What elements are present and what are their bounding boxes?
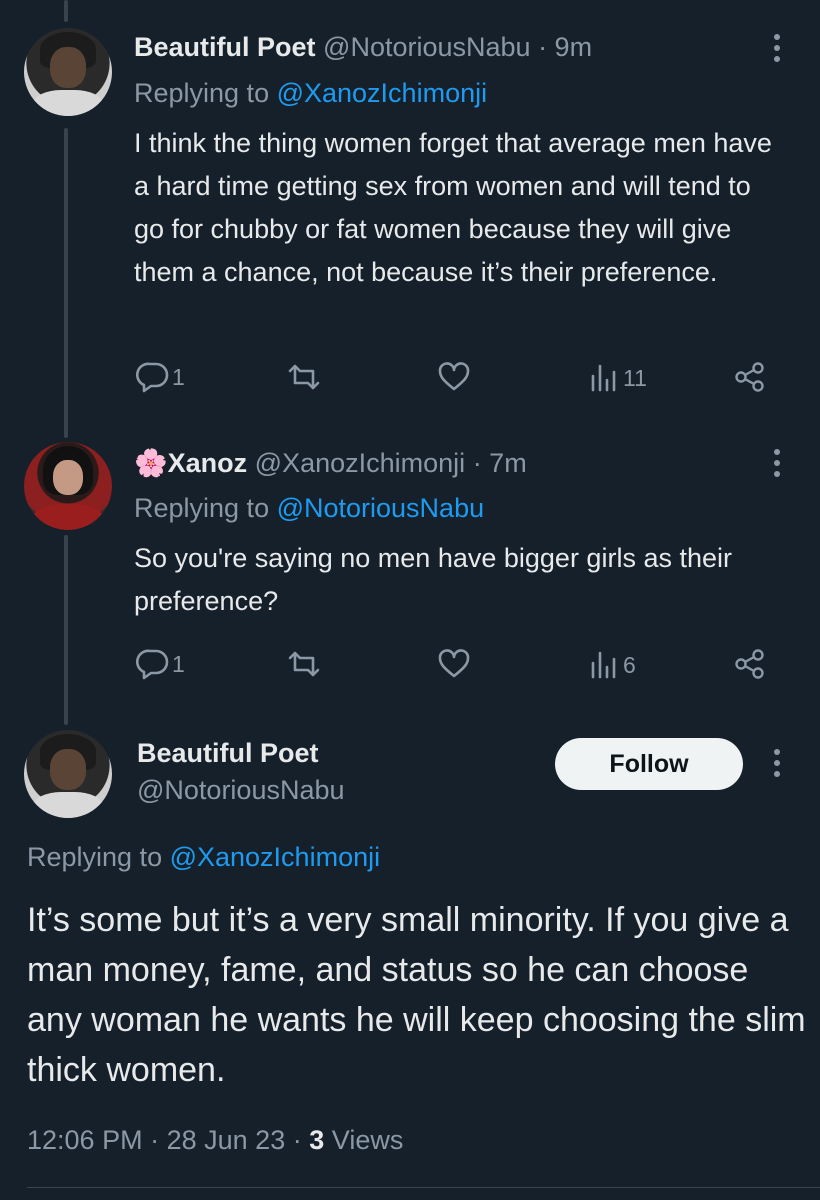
avatar-xanoz[interactable]: [24, 442, 112, 530]
thread-line-top: [64, 0, 68, 22]
main-tweet-meta: 12:06 PM · 28 Jun 23 · 3 Views: [27, 1125, 403, 1156]
divider: [27, 1187, 820, 1188]
tweet-2-text: So you're saying no men have bigger girl…: [134, 543, 732, 616]
avatar-shirt: [32, 791, 104, 818]
avatar-beautiful-poet-main[interactable]: [24, 730, 112, 818]
tweet-2-views-count: 6: [623, 651, 636, 678]
views-chart-icon: [591, 651, 616, 679]
main-tweet-handle[interactable]: @NotoriousNabu: [137, 775, 345, 806]
tweet-1-handle[interactable]: @NotoriousNabu: [323, 32, 531, 62]
tweet-1-time[interactable]: · 9m: [538, 32, 592, 62]
tweet-2-retweet-button[interactable]: [284, 648, 324, 680]
avatar-face: [53, 459, 83, 495]
avatar-face: [50, 749, 86, 790]
tweet-2-reply-button[interactable]: 1: [136, 648, 185, 680]
tweet-1-like-button[interactable]: [437, 361, 471, 393]
main-tweet-replying: Replying to @XanozIchimonji: [27, 842, 381, 872]
tweet-1-views-button[interactable]: 11: [589, 362, 647, 394]
tweet-2-handle[interactable]: @XanozIchimonji: [255, 448, 466, 478]
main-tweet-views-label: Views: [331, 1125, 404, 1155]
avatar-face: [50, 47, 86, 88]
tweet-2-share-button[interactable]: [733, 648, 767, 680]
tweet-1-share-button[interactable]: [733, 361, 767, 393]
avatar-jacket: [32, 503, 104, 530]
retweet-icon: [288, 651, 320, 677]
tweet-1-mention[interactable]: @XanozIchimonji: [277, 78, 488, 108]
main-tweet-name[interactable]: Beautiful Poet: [137, 738, 319, 769]
avatar-beautiful-poet[interactable]: [24, 28, 112, 116]
share-icon: [735, 362, 764, 392]
tweet-2-name[interactable]: 🌸Xanoz: [134, 448, 247, 478]
thread-line-2: [64, 535, 68, 725]
more-dots-icon[interactable]: [772, 34, 782, 67]
heart-icon: [438, 649, 470, 678]
tweet-1-retweet-button[interactable]: [284, 361, 324, 393]
tweet-1-reply-count: 1: [172, 363, 185, 390]
main-tweet-time[interactable]: 12:06 PM: [27, 1125, 143, 1155]
tweet-2-header: 🌸Xanoz @XanozIchimonji · 7m: [134, 447, 527, 479]
more-dots-icon[interactable]: [772, 749, 782, 782]
meta-separator: ·: [150, 1125, 160, 1155]
cherry-blossom-icon: 🌸: [134, 448, 168, 478]
meta-separator: ·: [292, 1125, 302, 1155]
tweet-2-views-button[interactable]: 6: [589, 649, 636, 681]
thread-line-1: [64, 128, 68, 438]
reply-icon: [136, 649, 169, 680]
tweet-2-mention[interactable]: @NotoriousNabu: [277, 493, 485, 523]
tweet-2-reply-count: 1: [172, 650, 185, 677]
share-icon: [735, 649, 764, 679]
tweet-1-reply-button[interactable]: 1: [136, 361, 185, 393]
views-chart-icon: [591, 364, 616, 392]
more-dots-icon[interactable]: [772, 449, 782, 482]
tweet-2-replying: Replying to @NotoriousNabu: [134, 493, 485, 523]
tweet-2-like-button[interactable]: [437, 648, 471, 680]
tweet-1-text: I think the thing women forget that aver…: [134, 128, 772, 287]
reply-icon: [136, 362, 169, 393]
main-tweet-text: It’s some but it’s a very small minority…: [27, 901, 806, 1089]
main-tweet-mention[interactable]: @XanozIchimonji: [170, 842, 381, 872]
retweet-icon: [288, 364, 320, 390]
tweet-1-header: Beautiful Poet @NotoriousNabu · 9m: [134, 32, 592, 63]
main-tweet-date[interactable]: 28 Jun 23: [167, 1125, 286, 1155]
tweet-2-time[interactable]: · 7m: [473, 448, 527, 478]
tweet-1-replying: Replying to @XanozIchimonji: [134, 78, 488, 108]
main-tweet-views-count: 3: [309, 1125, 325, 1155]
follow-button[interactable]: Follow: [555, 738, 743, 790]
tweet-1-views-count: 11: [623, 364, 647, 391]
tweet-1-name[interactable]: Beautiful Poet: [134, 32, 316, 62]
heart-icon: [438, 362, 470, 391]
avatar-shirt: [32, 89, 104, 116]
